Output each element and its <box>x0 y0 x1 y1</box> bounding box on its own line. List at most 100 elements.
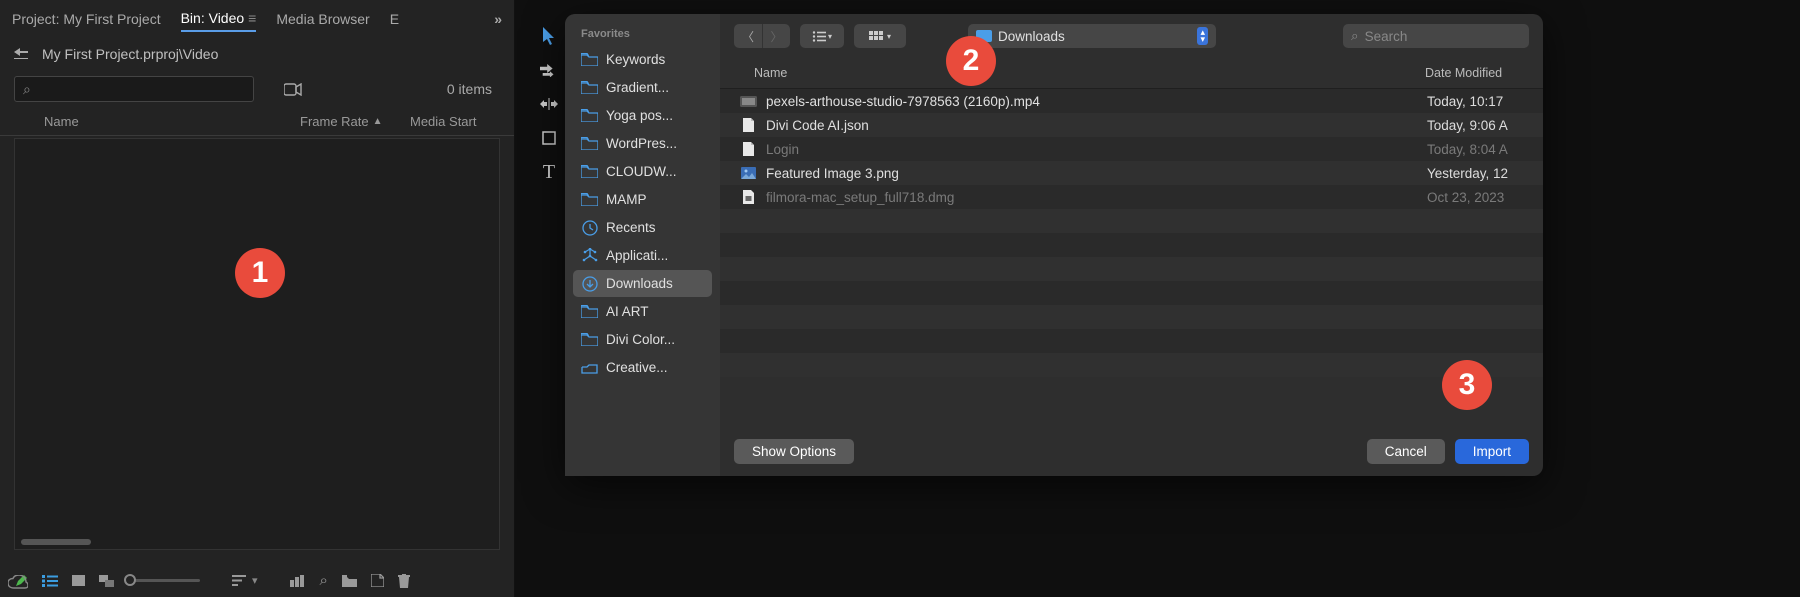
location-label: Downloads <box>998 29 1065 44</box>
dialog-search-input[interactable]: ⌕ Search <box>1343 24 1529 48</box>
file-row[interactable]: pexels-arthouse-studio-7978563 (2160p).m… <box>720 89 1543 113</box>
type-tool-icon[interactable]: T <box>535 158 563 186</box>
slider-knob[interactable] <box>124 574 136 586</box>
annotation-marker-1: 1 <box>235 248 285 298</box>
razor-tool-icon[interactable] <box>535 124 563 152</box>
annotation-marker-3: 3 <box>1442 360 1492 410</box>
selection-tool-icon[interactable] <box>535 22 563 50</box>
sort-arrow-icon: ▲ <box>373 116 383 127</box>
sidebar-item-aiart[interactable]: AI ART <box>573 298 712 325</box>
bin-list[interactable] <box>14 138 500 550</box>
list-view-icon[interactable] <box>42 575 58 587</box>
folder-icon <box>581 331 598 348</box>
tab-e[interactable]: E <box>390 7 399 31</box>
sidebar-item-recents[interactable]: Recents <box>573 214 712 241</box>
list-header: Name Frame Rate ▲ Media Start <box>0 108 514 136</box>
dialog-sidebar: Favorites KeywordsGradient...Yoga pos...… <box>565 14 720 476</box>
new-bin-icon[interactable] <box>342 575 357 587</box>
cancel-button[interactable]: Cancel <box>1367 439 1445 464</box>
sidebar-item-label: MAMP <box>606 192 647 207</box>
file-type-icon <box>738 190 758 204</box>
dialog-footer: Show Options Cancel Import <box>720 429 1543 476</box>
panel-tabs: Project: My First Project Bin: Video≡ Me… <box>0 0 514 38</box>
empty-row <box>720 353 1543 377</box>
col-mediastart[interactable]: Media Start <box>410 114 500 129</box>
location-select[interactable]: Downloads ▴▾ <box>968 24 1216 48</box>
camera-icon[interactable] <box>284 83 302 96</box>
sidebar-item-yogapos[interactable]: Yoga pos... <box>573 102 712 129</box>
file-date: Oct 23, 2023 <box>1427 190 1529 205</box>
project-panel: Project: My First Project Bin: Video≡ Me… <box>0 0 515 597</box>
import-dialog: Favorites KeywordsGradient...Yoga pos...… <box>565 14 1543 476</box>
sidebar-item-creative[interactable]: Creative... <box>573 354 712 381</box>
file-type-icon <box>738 96 758 107</box>
file-row[interactable]: LoginToday, 8:04 A <box>720 137 1543 161</box>
file-name: Divi Code AI.json <box>766 118 1427 133</box>
file-row[interactable]: Divi Code AI.jsonToday, 9:06 A <box>720 113 1543 137</box>
file-type-icon <box>738 167 758 179</box>
overflow-chevrons-icon[interactable]: » <box>494 11 502 27</box>
sidebar-item-downloads[interactable]: Downloads <box>573 270 712 297</box>
file-header-name[interactable]: Name <box>754 66 1425 80</box>
empty-row <box>720 305 1543 329</box>
tab-project[interactable]: Project: My First Project <box>12 7 161 31</box>
sidebar-item-mamp[interactable]: MAMP <box>573 186 712 213</box>
sidebar-item-applicati[interactable]: Applicati... <box>573 242 712 269</box>
automate-icon[interactable] <box>290 575 306 587</box>
chevron-down-icon[interactable]: ▾ <box>252 574 258 587</box>
ripple-edit-tool-icon[interactable] <box>535 90 563 118</box>
find-icon[interactable]: ⌕ <box>320 572 328 589</box>
col-framerate[interactable]: Frame Rate ▲ <box>300 114 410 129</box>
nav-back-button[interactable]: 〈 <box>734 24 762 48</box>
sidebar-item-keywords[interactable]: Keywords <box>573 46 712 73</box>
search-input[interactable]: ⌕ <box>14 76 254 102</box>
file-name: pexels-arthouse-studio-7978563 (2160p).m… <box>766 94 1427 109</box>
icon-view-icon[interactable] <box>72 575 85 586</box>
freeform-view-icon[interactable] <box>99 575 114 587</box>
sidebar-item-divicolor[interactable]: Divi Color... <box>573 326 712 353</box>
menu-icon[interactable]: ≡ <box>248 10 256 26</box>
file-date: Yesterday, 12 <box>1427 166 1529 181</box>
empty-row <box>720 233 1543 257</box>
file-list[interactable]: pexels-arthouse-studio-7978563 (2160p).m… <box>720 89 1543 429</box>
new-item-icon[interactable] <box>371 574 384 587</box>
group-select[interactable]: ▾ <box>854 24 906 48</box>
search-placeholder: Search <box>1365 29 1408 44</box>
bottom-toolbar: ▾ ⌕ <box>0 564 514 597</box>
track-select-tool-icon[interactable] <box>535 56 563 84</box>
show-options-button[interactable]: Show Options <box>734 439 854 464</box>
search-icon: ⌕ <box>1351 28 1359 44</box>
search-row: ⌕ 0 items <box>0 70 514 108</box>
file-name: filmora-mac_setup_full718.dmg <box>766 190 1427 205</box>
import-button[interactable]: Import <box>1455 439 1529 464</box>
sidebar-item-gradient[interactable]: Gradient... <box>573 74 712 101</box>
sort-icon[interactable] <box>232 575 246 586</box>
dialog-toolbar: 〈 〉 ▾ ▾ Downloads ▴▾ ⌕ Se <box>720 14 1543 58</box>
creative-cloud-icon[interactable] <box>8 575 28 589</box>
zoom-slider[interactable] <box>130 579 200 582</box>
sidebar-item-cloudw[interactable]: CLOUDW... <box>573 158 712 185</box>
dropdown-arrows-icon: ▴▾ <box>1197 27 1208 45</box>
file-header-date[interactable]: Date Modified <box>1425 66 1521 80</box>
project-path: My First Project.prproj\Video <box>42 46 218 62</box>
file-type-icon <box>738 118 758 132</box>
trash-icon[interactable] <box>398 574 410 588</box>
col-name[interactable]: Name <box>44 114 300 129</box>
sidebar-item-label: Recents <box>606 220 656 235</box>
file-row[interactable]: filmora-mac_setup_full718.dmgOct 23, 202… <box>720 185 1543 209</box>
empty-row <box>720 329 1543 353</box>
file-date: Today, 8:04 A <box>1427 142 1529 157</box>
search-icon: ⌕ <box>23 81 31 98</box>
nav-forward-button[interactable]: 〉 <box>762 24 790 48</box>
app-icon <box>581 247 598 264</box>
file-name: Login <box>766 142 1427 157</box>
file-row[interactable]: Featured Image 3.pngYesterday, 12 <box>720 161 1543 185</box>
view-mode-select[interactable]: ▾ <box>800 24 844 48</box>
folder-icon <box>581 163 598 180</box>
sidebar-header: Favorites <box>573 24 712 46</box>
tab-bin[interactable]: Bin: Video≡ <box>181 6 257 32</box>
tab-media-browser[interactable]: Media Browser <box>276 7 369 31</box>
scrollbar-horizontal[interactable] <box>21 539 91 545</box>
back-icon[interactable] <box>14 48 28 60</box>
sidebar-item-wordpres[interactable]: WordPres... <box>573 130 712 157</box>
